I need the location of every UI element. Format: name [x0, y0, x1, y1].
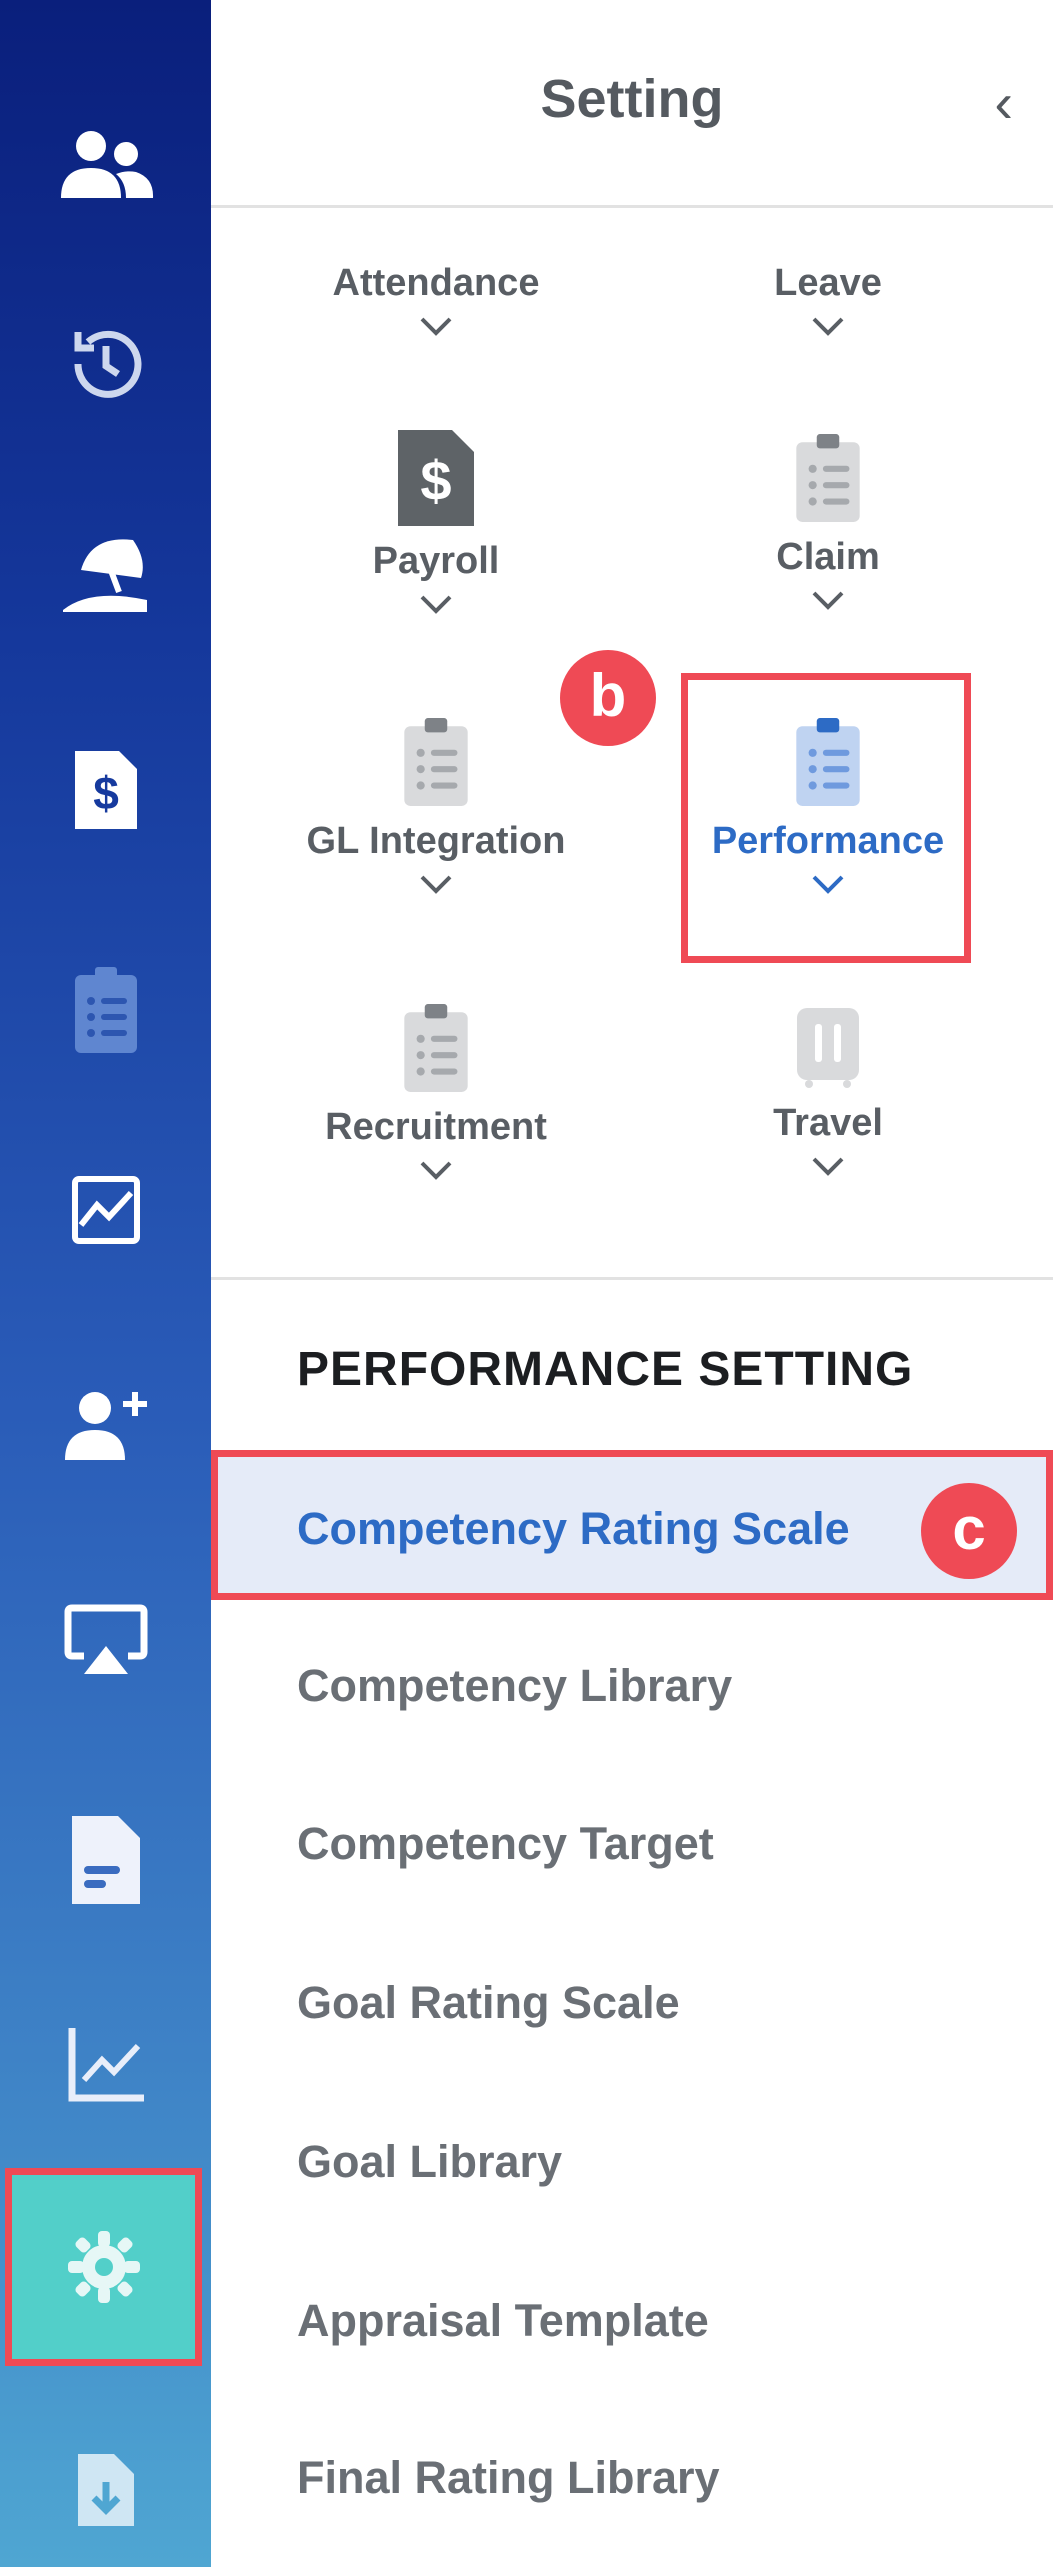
- category-travel[interactable]: Travel: [632, 1006, 1024, 1177]
- add-person-icon[interactable]: [0, 1344, 211, 1504]
- panel-header: Setting ‹: [211, 0, 1053, 208]
- category-recruitment[interactable]: Recruitment: [240, 1002, 632, 1181]
- svg-text:$: $: [93, 767, 119, 819]
- category-label: Payroll: [372, 540, 500, 582]
- history-icon[interactable]: [0, 284, 211, 444]
- chevron-down-icon: [420, 1161, 452, 1180]
- download-icon[interactable]: [0, 2410, 211, 2570]
- page-title: Setting: [540, 69, 724, 129]
- menu-item-label: Competency Rating Scale: [297, 1503, 850, 1554]
- performance-chart-icon[interactable]: [0, 1130, 211, 1290]
- category-label: GL Integration: [306, 820, 566, 862]
- document-icon[interactable]: [0, 1780, 211, 1940]
- menu-item-final-rating-library[interactable]: Final Rating Library: [297, 2452, 720, 2504]
- svg-text:$: $: [420, 449, 451, 512]
- airplay-icon[interactable]: [0, 1560, 211, 1720]
- section-title: PERFORMANCE SETTING: [297, 1343, 914, 1396]
- category-label: Attendance: [332, 262, 540, 304]
- settings-gear-icon[interactable]: [5, 2168, 202, 2366]
- divider: [211, 1277, 1053, 1280]
- chevron-down-icon: [812, 1157, 844, 1176]
- clipboard-icon: [796, 434, 860, 522]
- chevron-down-icon: [812, 317, 844, 336]
- annotation-badge-b: b: [560, 650, 656, 746]
- category-claim[interactable]: Claim: [632, 432, 1024, 611]
- back-chevron-icon[interactable]: ‹: [994, 70, 1013, 135]
- chevron-down-icon: [420, 317, 452, 336]
- category-label: Claim: [776, 536, 880, 578]
- chevron-down-icon: [420, 595, 452, 614]
- sidebar: $: [0, 0, 211, 2567]
- beach-umbrella-icon[interactable]: [0, 492, 211, 652]
- clipboard-icon[interactable]: [0, 930, 211, 1090]
- people-icon[interactable]: [0, 84, 211, 244]
- clipboard-icon: [404, 1004, 468, 1092]
- menu-item-competency-library[interactable]: Competency Library: [297, 1660, 732, 1712]
- category-leave[interactable]: Leave: [632, 262, 1024, 337]
- performance-highlight-box: [681, 673, 971, 963]
- category-gl-integration[interactable]: GL Integration: [240, 716, 632, 895]
- category-label: Leave: [774, 262, 882, 304]
- payroll-dollar-icon: $: [398, 430, 474, 526]
- category-label: Recruitment: [325, 1106, 547, 1148]
- category-payroll[interactable]: $ Payroll: [240, 428, 632, 615]
- category-label: Travel: [773, 1102, 883, 1144]
- annotation-badge-c: c: [921, 1483, 1017, 1579]
- chevron-down-icon: [420, 875, 452, 894]
- analytics-chart-icon[interactable]: [0, 1984, 211, 2144]
- luggage-icon: [797, 1008, 859, 1088]
- menu-item-goal-rating-scale[interactable]: Goal Rating Scale: [297, 1977, 680, 2029]
- menu-item-competency-target[interactable]: Competency Target: [297, 1818, 714, 1870]
- chevron-down-icon: [812, 591, 844, 610]
- menu-item-appraisal-template[interactable]: Appraisal Template: [297, 2295, 709, 2347]
- settings-panel: Setting ‹ Attendance Leave $ Payroll Cla…: [211, 0, 1053, 2567]
- category-attendance[interactable]: Attendance: [240, 262, 632, 337]
- payroll-dollar-icon[interactable]: $: [0, 710, 211, 870]
- clipboard-icon: [404, 718, 468, 806]
- menu-item-goal-library[interactable]: Goal Library: [297, 2136, 562, 2188]
